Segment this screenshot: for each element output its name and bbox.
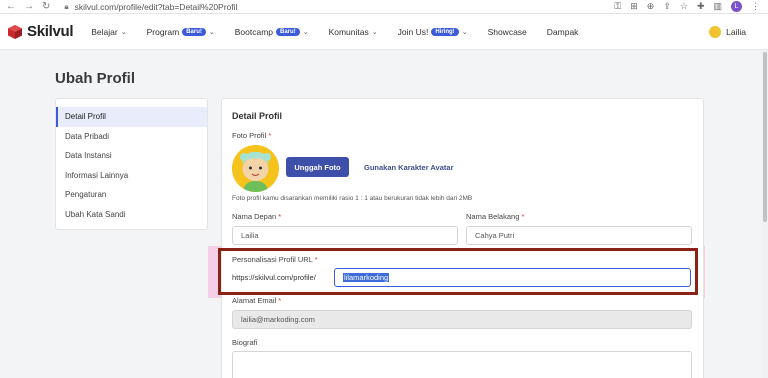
nav-join-us[interactable]: Join Us! Hiring! ⌄ <box>398 27 468 37</box>
browser-actions: ⚿ ⊞ ⊕ ⇪ ☆ ✚ ▥ L ⋮ <box>614 1 768 12</box>
scrollbar-thumb[interactable] <box>763 52 767 222</box>
hiring-badge: Hiring! <box>431 27 459 36</box>
chevron-down-icon: ⌄ <box>208 28 215 36</box>
bio-textarea[interactable] <box>232 351 692 378</box>
sidebar-item-pengaturan[interactable]: Pengaturan <box>56 185 207 205</box>
required-mark: * <box>521 212 525 221</box>
new-badge: Baru! <box>276 27 300 36</box>
new-badge: Baru! <box>182 27 206 36</box>
sidebar-item-data-instansi[interactable]: Data Instansi <box>56 146 207 166</box>
label-text: Nama Belakang <box>466 212 520 221</box>
highlight-box <box>218 248 698 295</box>
logo-text: Skilvul <box>27 23 74 40</box>
nav-label: Join Us! <box>397 26 429 37</box>
nav-label: Showcase <box>487 26 527 37</box>
page-title: Ubah Profil <box>55 70 136 87</box>
chevron-down-icon: ⌄ <box>371 28 378 36</box>
photo-hint: Foto profil kamu disarankan memiliki ras… <box>232 195 473 202</box>
avatar-character-icon <box>232 145 279 192</box>
main-nav: Belajar ⌄ Program Baru! ⌄ Bootcamp Baru! … <box>91 27 598 37</box>
nav-label: Bootcamp <box>234 26 274 37</box>
user-menu[interactable]: Lailia <box>709 25 746 38</box>
nav-bootcamp[interactable]: Bootcamp Baru! ⌄ <box>235 27 309 37</box>
browser-profile-avatar[interactable]: L <box>731 1 742 12</box>
label-text: Foto Profil <box>232 131 267 140</box>
chevron-down-icon: ⌄ <box>120 28 127 36</box>
nav-label: Komunitas <box>328 26 369 37</box>
site-header: Skilvul Belajar ⌄ Program Baru! ⌄ Bootcam… <box>0 14 768 50</box>
chevron-down-icon: ⌄ <box>461 28 468 36</box>
first-name-field[interactable]: Lailia <box>232 226 458 245</box>
share-icon[interactable]: ⇪ <box>663 1 671 12</box>
reload-icon[interactable]: ↻ <box>42 1 50 12</box>
sidepanel-icon[interactable]: ▥ <box>713 1 722 12</box>
translate-icon[interactable]: ⊞ <box>630 1 638 12</box>
profile-form-card: Detail Profil Foto Profil * Unggah Foto … <box>221 98 704 378</box>
forward-icon[interactable]: → <box>24 1 34 12</box>
nav-label: Dampak <box>546 26 579 37</box>
sidebar-item-informasi-lainnya[interactable]: Informasi Lainnya <box>56 166 207 186</box>
nav-program[interactable]: Program Baru! ⌄ <box>147 27 215 37</box>
back-icon[interactable]: ← <box>6 1 16 12</box>
logo-cube-icon <box>8 24 22 39</box>
nav-komunitas[interactable]: Komunitas ⌄ <box>329 27 378 37</box>
last-name-field[interactable]: Cahya Putri <box>466 226 692 245</box>
upload-photo-button[interactable]: Unggah Foto <box>286 157 349 177</box>
extensions-icon[interactable]: ✚ <box>697 1 705 12</box>
profile-sidebar: Detail Profil Data Pribadi Data Instansi… <box>55 98 208 230</box>
sidebar-item-detail-profil[interactable]: Detail Profil <box>56 107 207 127</box>
address-bar[interactable]: 🔒︎ skilvul.com/profile/edit?tab=Detail%2… <box>64 2 237 12</box>
key-icon[interactable]: ⚿ <box>614 1 621 12</box>
address-text[interactable]: skilvul.com/profile/edit?tab=Detail%20Pr… <box>75 2 238 12</box>
use-avatar-link[interactable]: Gunakan Karakter Avatar <box>364 163 453 172</box>
required-mark: * <box>278 296 282 305</box>
menu-dots-icon[interactable]: ⋮ <box>751 1 760 12</box>
required-mark: * <box>268 131 272 140</box>
photo-label: Foto Profil * <box>232 131 271 140</box>
email-field: lailia@markoding.com <box>232 310 692 329</box>
bio-label: Biografi <box>232 338 258 347</box>
lock-icon: 🔒︎ <box>64 1 69 11</box>
first-name-label: Nama Depan * <box>232 212 281 221</box>
sidebar-item-ubah-kata-sandi[interactable]: Ubah Kata Sandi <box>56 205 207 225</box>
site-logo[interactable]: Skilvul <box>0 23 74 40</box>
avatar <box>709 25 722 38</box>
nav-showcase[interactable]: Showcase <box>488 27 527 37</box>
browser-toolbar: ← → ↻ 🔒︎ skilvul.com/profile/edit?tab=De… <box>0 0 768 14</box>
label-text: Alamat Email <box>232 296 277 305</box>
profile-avatar <box>232 145 279 192</box>
nav-belajar[interactable]: Belajar ⌄ <box>91 27 126 37</box>
nav-label: Program <box>146 26 180 37</box>
nav-label: Belajar <box>91 26 118 37</box>
required-mark: * <box>278 212 282 221</box>
label-text: Nama Depan <box>232 212 277 221</box>
chevron-down-icon: ⌄ <box>302 28 309 36</box>
browser-nav: ← → ↻ <box>0 1 50 12</box>
bookmark-star-icon[interactable]: ☆ <box>680 1 688 12</box>
section-title: Detail Profil <box>232 111 283 121</box>
user-name: Lailia <box>726 26 746 37</box>
nav-dampak[interactable]: Dampak <box>547 27 579 37</box>
sidebar-item-data-pribadi[interactable]: Data Pribadi <box>56 127 207 147</box>
zoom-icon[interactable]: ⊕ <box>647 1 655 12</box>
last-name-label: Nama Belakang * <box>466 212 524 221</box>
email-label: Alamat Email * <box>232 296 281 305</box>
